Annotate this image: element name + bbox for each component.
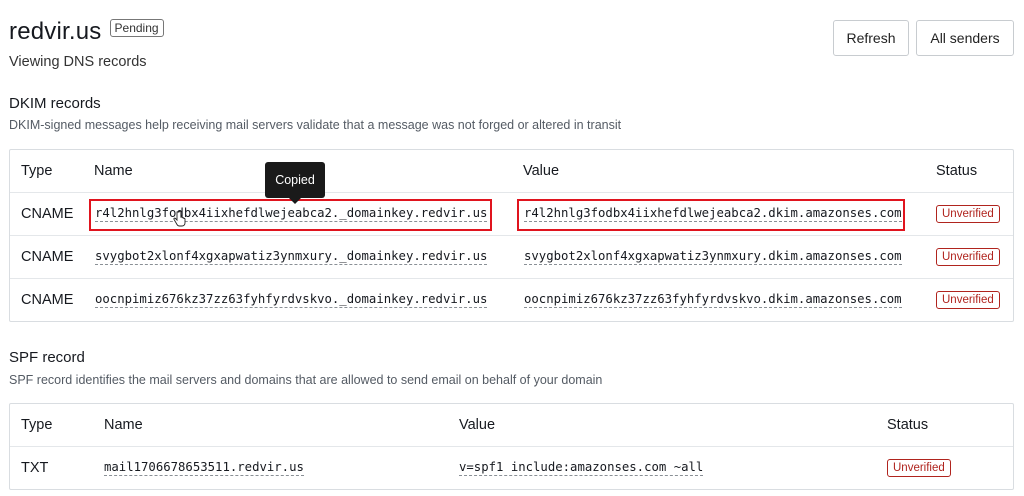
record-value-copy[interactable]: svygbot2xlonf4xgxapwatiz3ynmxury.dkim.am… [524, 236, 902, 278]
table-header-row: Type Name Value Status [10, 150, 1013, 192]
status-badge: Unverified [936, 205, 1000, 223]
page-header: redvir.us Pending Viewing DNS records [9, 18, 164, 70]
record-name-copy[interactable]: oocnpimiz676kz37zz63fyhfyrdvskvo._domain… [95, 279, 488, 321]
spf-section-description: SPF record identifies the mail servers a… [9, 373, 603, 387]
column-header-status: Status [887, 417, 929, 433]
table-row: CNAME svygbot2xlonf4xgxapwatiz3ynmxury._… [10, 235, 1013, 278]
table-row: CNAME oocnpimiz676kz37zz63fyhfyrdvskvo._… [10, 278, 1013, 321]
page-title: redvir.us [9, 18, 102, 45]
dkim-section-title: DKIM records [9, 95, 101, 112]
page-subtitle: Viewing DNS records [9, 54, 147, 70]
record-name-copy[interactable]: svygbot2xlonf4xgxapwatiz3ynmxury._domain… [95, 236, 488, 278]
column-header-status: Status [936, 163, 978, 179]
spf-table: Type Name Value Status TXT mail170667865… [9, 403, 1014, 490]
status-badge: Unverified [936, 291, 1000, 309]
record-type: CNAME [21, 292, 74, 308]
record-value-copy[interactable]: v=spf1 include:amazonses.com ~all [459, 447, 704, 489]
spf-section-title: SPF record [9, 349, 85, 366]
hand-cursor-icon [173, 211, 186, 227]
refresh-button[interactable]: Refresh [833, 20, 909, 56]
column-header-name: Name [104, 417, 143, 433]
column-header-type: Type [21, 417, 53, 433]
record-type: TXT [21, 460, 49, 476]
record-value-copy[interactable]: r4l2hnlg3fodbx4iixhefdlwejeabca2.dkim.am… [524, 193, 902, 235]
record-value-copy[interactable]: oocnpimiz676kz37zz63fyhfyrdvskvo.dkim.am… [524, 279, 902, 321]
table-row: CNAME r4l2hnlg3fodbx4iixhefdlwejeabca2._… [10, 192, 1013, 235]
column-header-value: Value [523, 163, 560, 179]
status-badge: Unverified [936, 248, 1000, 266]
pending-badge: Pending [109, 19, 164, 37]
dkim-section-description: DKIM-signed messages help receiving mail… [9, 118, 622, 132]
column-header-value: Value [459, 417, 496, 433]
record-type: CNAME [21, 249, 74, 265]
table-header-row: Type Name Value Status [10, 404, 1013, 446]
dkim-table: Type Name Value Status CNAME r4l2hnlg3fo… [9, 149, 1014, 322]
table-row: TXT mail1706678653511.redvir.us v=spf1 i… [10, 446, 1013, 489]
copied-tooltip: Copied [265, 162, 325, 204]
status-badge: Unverified [887, 459, 951, 477]
record-name-copy[interactable]: mail1706678653511.redvir.us [104, 447, 304, 489]
record-type: CNAME [21, 206, 74, 222]
column-header-type: Type [21, 163, 53, 179]
column-header-name: Name [94, 163, 133, 179]
all-senders-button[interactable]: All senders [916, 20, 1014, 56]
